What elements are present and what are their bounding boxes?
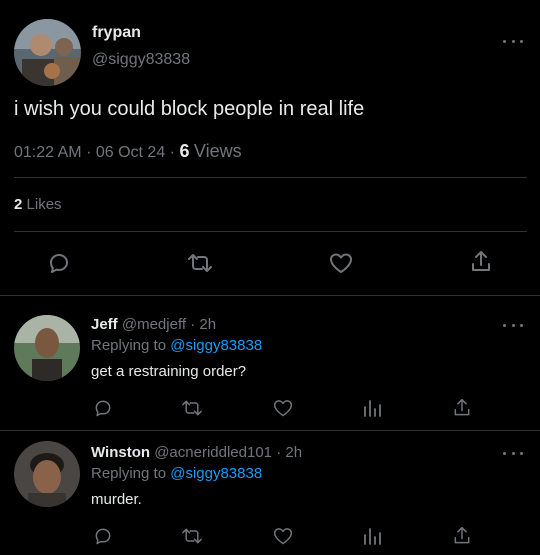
reply-icon[interactable]	[93, 526, 113, 546]
replying-to-handle[interactable]: @siggy83838	[170, 337, 262, 354]
divider	[0, 430, 540, 431]
reply-icon[interactable]	[93, 398, 113, 418]
analytics-icon[interactable]	[362, 526, 382, 546]
tweet-meta: 01:22 AM · 06 Oct 24 · 6 Views	[14, 141, 242, 162]
share-icon[interactable]	[452, 525, 472, 547]
reply-text: murder.	[91, 491, 142, 508]
replying-to-label: Replying to	[91, 337, 167, 354]
like-icon[interactable]	[272, 398, 294, 418]
display-name[interactable]: Jeff	[91, 316, 118, 333]
reply-text: get a restraining order?	[91, 363, 247, 380]
user-handle[interactable]: @medjeff	[122, 316, 186, 333]
views-label: Views	[193, 141, 242, 161]
meta-separator: ·	[276, 444, 282, 461]
reply-header: Jeff @medjeff · 2h	[91, 316, 216, 333]
reply-age[interactable]: 2h	[285, 444, 302, 461]
avatar[interactable]	[14, 315, 80, 381]
like-icon[interactable]	[272, 526, 294, 546]
likes-stat[interactable]: 2 Likes	[14, 196, 62, 213]
divider	[0, 295, 540, 296]
tweet-text: i wish you could block people in real li…	[14, 98, 365, 120]
like-icon[interactable]	[328, 251, 354, 275]
more-options-icon[interactable]	[503, 36, 523, 46]
display-name[interactable]: frypan	[92, 24, 141, 42]
retweet-icon[interactable]	[180, 526, 204, 546]
tweet-date[interactable]: 06 Oct 24	[96, 144, 165, 161]
replying-to-handle[interactable]: @siggy83838	[170, 465, 262, 482]
meta-separator: ·	[86, 144, 92, 161]
analytics-icon[interactable]	[362, 398, 382, 418]
tweet-time[interactable]: 01:22 AM	[14, 144, 82, 161]
more-options-icon[interactable]	[503, 448, 523, 458]
avatar[interactable]	[14, 19, 81, 86]
reply-icon[interactable]	[47, 251, 71, 275]
replying-to: Replying to @siggy83838	[91, 337, 262, 354]
avatar[interactable]	[14, 441, 80, 507]
replying-to-label: Replying to	[91, 465, 167, 482]
reply-age[interactable]: 2h	[199, 316, 216, 333]
replying-to: Replying to @siggy83838	[91, 465, 262, 482]
user-handle[interactable]: @acneriddled101	[154, 444, 272, 461]
meta-separator: ·	[190, 316, 196, 333]
share-icon[interactable]	[452, 397, 472, 419]
user-handle[interactable]: @siggy83838	[92, 51, 190, 69]
meta-separator: ·	[169, 144, 175, 161]
divider	[14, 231, 527, 232]
retweet-icon[interactable]	[186, 251, 214, 275]
likes-label: Likes	[26, 196, 62, 213]
divider	[14, 177, 527, 178]
more-options-icon[interactable]	[503, 320, 523, 330]
views-count: 6	[179, 141, 190, 161]
display-name[interactable]: Winston	[91, 444, 150, 461]
likes-count: 2	[14, 196, 23, 213]
reply-header: Winston @acneriddled101 · 2h	[91, 444, 302, 461]
retweet-icon[interactable]	[180, 398, 204, 418]
share-icon[interactable]	[469, 249, 493, 275]
